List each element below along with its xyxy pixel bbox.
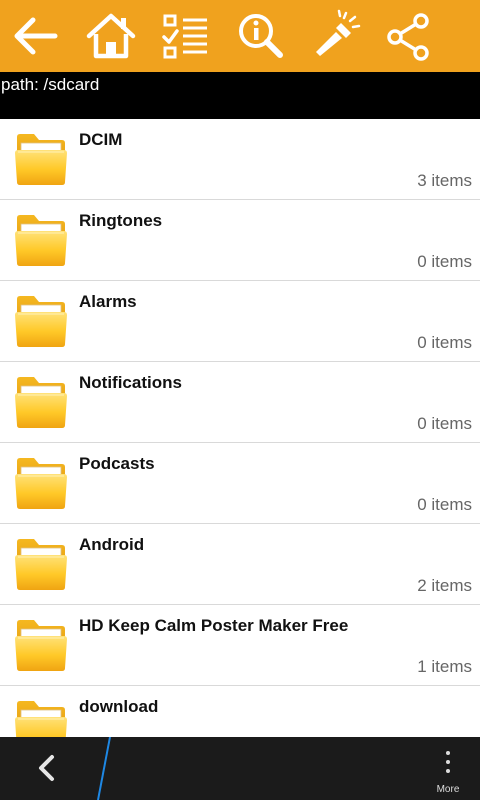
folder-list[interactable]: DCIM 3 items Ringtones 0 items Alarms 0 … (0, 119, 480, 737)
home-button[interactable] (81, 6, 141, 66)
folder-row-notifications[interactable]: Notifications 0 items (0, 362, 480, 443)
item-count: 0 items (417, 333, 472, 352)
folder-icon (14, 700, 68, 737)
home-icon (86, 13, 136, 59)
path-bar: path: /sdcard (0, 72, 480, 119)
share-icon (387, 13, 429, 61)
folder-row-alarms[interactable]: Alarms 0 items (0, 281, 480, 362)
folder-icon (14, 538, 68, 591)
flashlight-button[interactable] (306, 6, 366, 66)
folder-name: Podcasts (79, 454, 155, 473)
info-button[interactable] (230, 6, 290, 66)
folder-icon (14, 133, 68, 186)
folder-name: download (79, 697, 159, 716)
item-count: 2 items (417, 576, 472, 595)
folder-name: DCIM (79, 130, 123, 149)
item-count: 3 items (417, 171, 472, 190)
item-count: 0 items (417, 495, 472, 514)
item-count: 1 items (417, 657, 472, 676)
folder-name: Android (79, 535, 145, 554)
folder-icon (14, 376, 68, 429)
folder-row-hd-keep-calm[interactable]: HD Keep Calm Poster Maker Free 1 items (0, 605, 480, 686)
bottom-bar: More (0, 737, 480, 800)
folder-icon (14, 457, 68, 510)
folder-row-ringtones[interactable]: Ringtones 0 items (0, 200, 480, 281)
toolbar (0, 0, 480, 72)
folder-name: Alarms (79, 292, 137, 311)
folder-row-android[interactable]: Android 2 items (0, 524, 480, 605)
more-button[interactable]: More (428, 743, 468, 798)
info-search-icon (239, 14, 283, 58)
folder-icon (14, 214, 68, 267)
select-button[interactable] (155, 6, 215, 66)
folder-row-podcasts[interactable]: Podcasts 0 items (0, 443, 480, 524)
item-count: 0 items (417, 252, 472, 271)
folder-name: Ringtones (79, 211, 163, 230)
overflow-menu-icon (446, 751, 450, 778)
back-button[interactable] (5, 6, 65, 66)
path-text: path: /sdcard (1, 75, 100, 94)
folder-name: Notifications (79, 373, 182, 392)
divider-accent (97, 737, 111, 800)
item-count: 0 items (417, 414, 472, 433)
flashlight-icon (316, 9, 361, 56)
folder-name: HD Keep Calm Poster Maker Free (79, 616, 349, 635)
back-arrow-icon (14, 17, 58, 55)
more-label: More (436, 784, 460, 795)
checklist-icon (162, 14, 207, 59)
folder-icon (14, 619, 68, 672)
chevron-left-icon (39, 755, 54, 781)
folder-row-dcim[interactable]: DCIM 3 items (0, 119, 480, 200)
share-button[interactable] (378, 6, 438, 66)
folder-row-download[interactable]: download (0, 686, 480, 737)
folder-icon (14, 295, 68, 348)
